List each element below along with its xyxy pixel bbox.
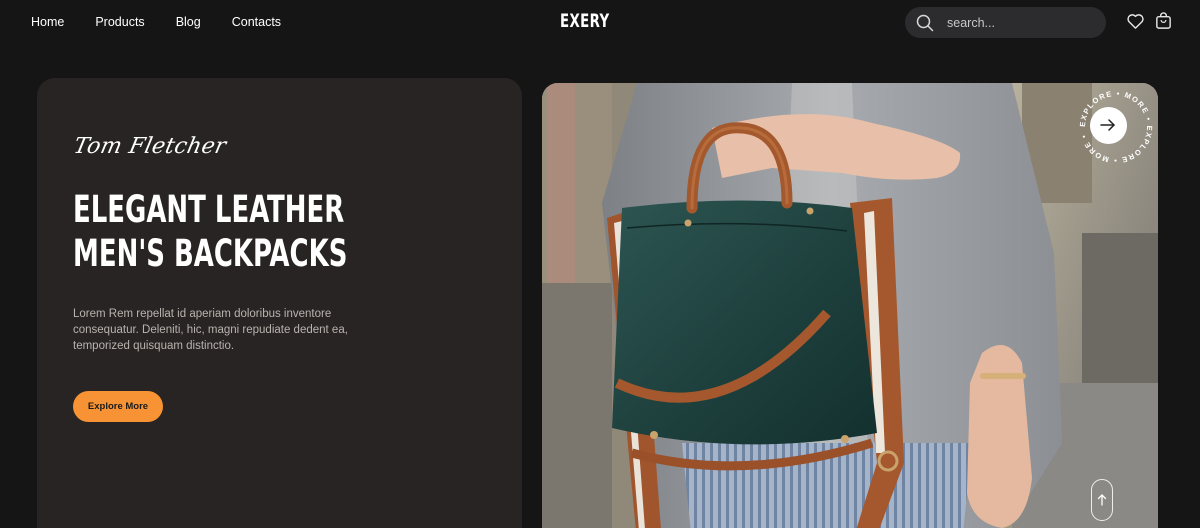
search-input[interactable] — [947, 7, 1097, 38]
hero-text-card: Tom Fletcher Elegant Leather Men's Backp… — [37, 78, 522, 528]
nav-link-blog[interactable]: Blog — [176, 15, 201, 29]
product-photo — [542, 83, 1158, 528]
hero-headline: Elegant Leather Men's Backpacks — [73, 188, 348, 276]
explore-arrow-button[interactable] — [1090, 107, 1127, 144]
search-icon[interactable] — [916, 14, 934, 32]
arrow-right-icon — [1100, 119, 1115, 131]
search-box — [905, 7, 1106, 38]
heart-icon[interactable] — [1126, 12, 1145, 31]
nav-link-contacts[interactable]: Contacts — [232, 15, 281, 29]
shopping-bag-icon[interactable] — [1154, 11, 1173, 30]
headline-line-1: Elegant Leather — [73, 188, 345, 231]
scroll-to-top-button[interactable] — [1091, 479, 1113, 521]
nav-links: Home Products Blog Contacts — [31, 15, 312, 29]
explore-more-button[interactable]: Explore More — [73, 391, 163, 422]
arrow-up-icon — [1097, 494, 1107, 506]
author-signature: Tom Fletcher — [71, 134, 229, 159]
hero-image: EXPLORE • MORE • EXPLORE • MORE • — [542, 83, 1158, 528]
headline-line-2: Men's Backpacks — [73, 232, 348, 275]
brand-logo[interactable]: EXERY — [560, 10, 610, 32]
nav-link-products[interactable]: Products — [95, 15, 144, 29]
nav-link-home[interactable]: Home — [31, 15, 64, 29]
hero-description: Lorem Rem repellat id aperiam doloribus … — [73, 308, 348, 352]
top-nav: Home Products Blog Contacts EXERY — [0, 0, 1200, 44]
